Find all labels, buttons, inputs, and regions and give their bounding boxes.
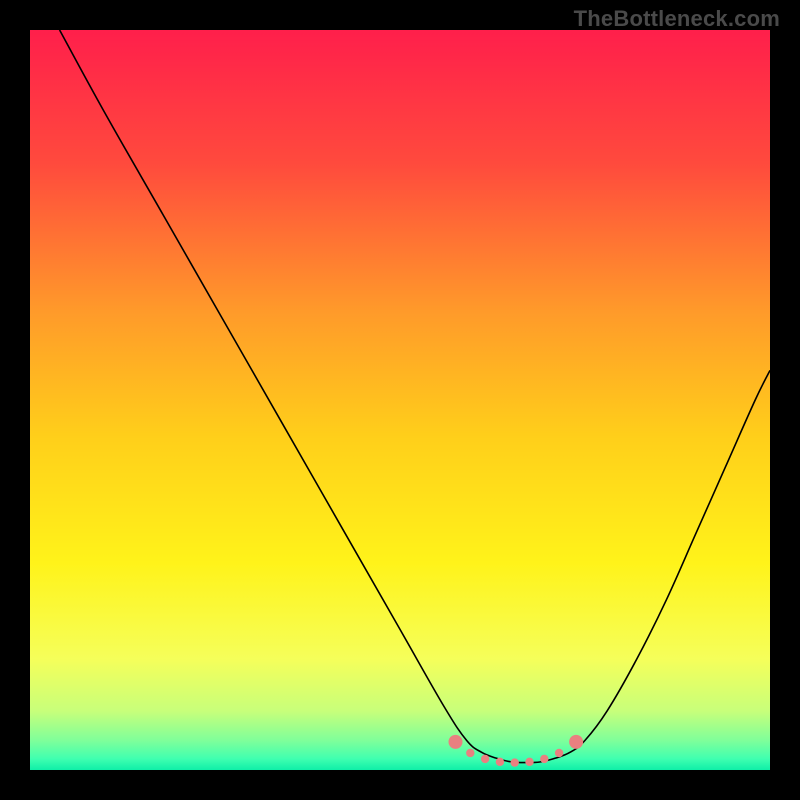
marker-dot [569, 735, 583, 749]
marker-dot [449, 735, 463, 749]
plot-area [30, 30, 770, 770]
marker-dot [511, 758, 519, 766]
watermark-text: TheBottleneck.com [574, 6, 780, 32]
marker-dot [540, 755, 548, 763]
chart-svg [30, 30, 770, 770]
marker-dot [525, 758, 533, 766]
marker-dot [496, 758, 504, 766]
marker-dot [481, 755, 489, 763]
chart-frame: TheBottleneck.com [0, 0, 800, 800]
marker-dot [555, 749, 563, 757]
gradient-background [30, 30, 770, 770]
marker-dot [466, 749, 474, 757]
